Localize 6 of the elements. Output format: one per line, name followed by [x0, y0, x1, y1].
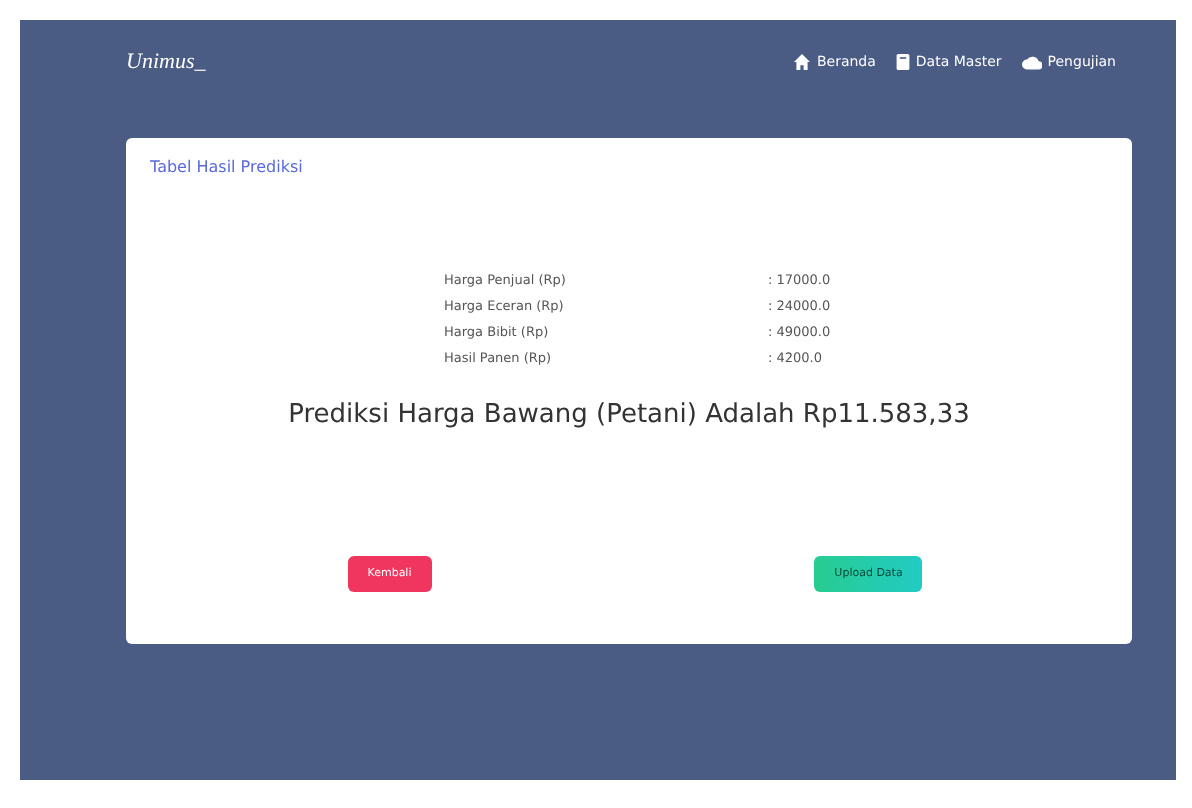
- card-title: Tabel Hasil Prediksi: [150, 158, 305, 176]
- brand-logo[interactable]: Unimus_: [126, 50, 206, 74]
- cloud-icon: [1021, 54, 1042, 70]
- home-icon: [794, 54, 811, 70]
- prediction-result: Prediksi Harga Bawang (Petani) Adalah Rp11.583,33: [286, 400, 972, 430]
- book-icon: [895, 54, 910, 70]
